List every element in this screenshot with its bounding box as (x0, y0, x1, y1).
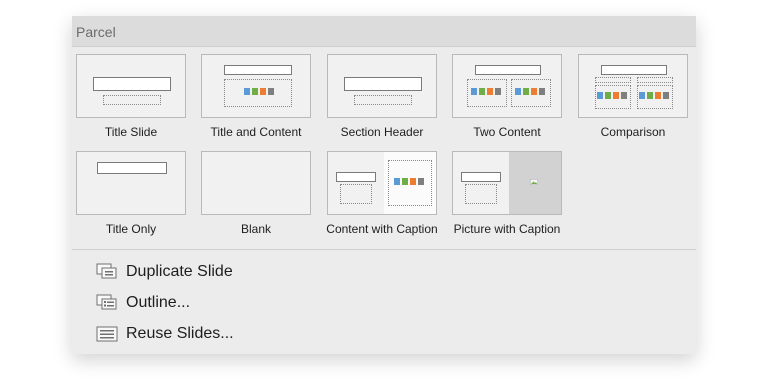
layout-label: Title Only (105, 222, 157, 236)
title-placeholder (93, 77, 171, 91)
layout-comparison[interactable] (578, 54, 688, 118)
layout-title-slide[interactable] (76, 54, 186, 118)
layout-label: Blank (240, 222, 272, 236)
divider (72, 249, 696, 250)
caption-placeholder (340, 184, 372, 204)
layout-label: Two Content (473, 125, 541, 139)
picture-placeholder (509, 152, 561, 214)
layout-two-content[interactable] (452, 54, 562, 118)
reuse-slides-icon (96, 325, 118, 343)
reuse-slides-label: Reuse Slides... (126, 325, 234, 342)
layout-label: Title Slide (104, 125, 158, 139)
section-title: Parcel (76, 24, 116, 40)
content-icons (639, 92, 669, 99)
title-placeholder (344, 77, 422, 91)
content-icons (394, 178, 424, 185)
title-placeholder (336, 172, 376, 182)
picture-icon (530, 179, 538, 185)
content-icons (471, 88, 501, 95)
section-header: Parcel (72, 16, 696, 47)
heading-placeholder-left (595, 77, 631, 83)
title-placeholder (97, 162, 167, 174)
layout-content-with-caption[interactable] (327, 151, 437, 215)
layout-label: Title and Content (210, 125, 302, 139)
subtitle-placeholder (103, 95, 161, 105)
content-icons (244, 88, 274, 95)
layout-section-header[interactable] (327, 54, 437, 118)
outline-icon (96, 294, 118, 312)
outline-label: Outline... (126, 294, 191, 311)
text-placeholder (354, 95, 412, 105)
duplicate-slide-icon (96, 263, 118, 281)
title-placeholder (601, 65, 667, 75)
layout-label: Picture with Caption (453, 222, 561, 236)
layout-label: Content with Caption (326, 222, 438, 236)
content-icons (597, 92, 627, 99)
content-icons (515, 88, 545, 95)
title-placeholder (224, 65, 292, 75)
reuse-slides-menu-item[interactable]: Reuse Slides... (96, 322, 234, 346)
layout-title-and-content[interactable] (201, 54, 311, 118)
duplicate-slide-menu-item[interactable]: Duplicate Slide (96, 260, 233, 284)
layout-title-only[interactable] (76, 151, 186, 215)
title-placeholder (475, 65, 541, 75)
caption-placeholder (465, 184, 497, 204)
duplicate-slide-label: Duplicate Slide (126, 263, 233, 280)
layout-blank[interactable] (201, 151, 311, 215)
layout-label: Section Header (340, 125, 424, 139)
outline-menu-item[interactable]: Outline... (96, 291, 190, 315)
title-placeholder (461, 172, 501, 182)
layout-menu-panel: Parcel Title Slide Title and Content Sec… (72, 16, 696, 354)
layout-picture-with-caption[interactable] (452, 151, 562, 215)
heading-placeholder-right (637, 77, 673, 83)
layout-label: Comparison (600, 125, 666, 139)
